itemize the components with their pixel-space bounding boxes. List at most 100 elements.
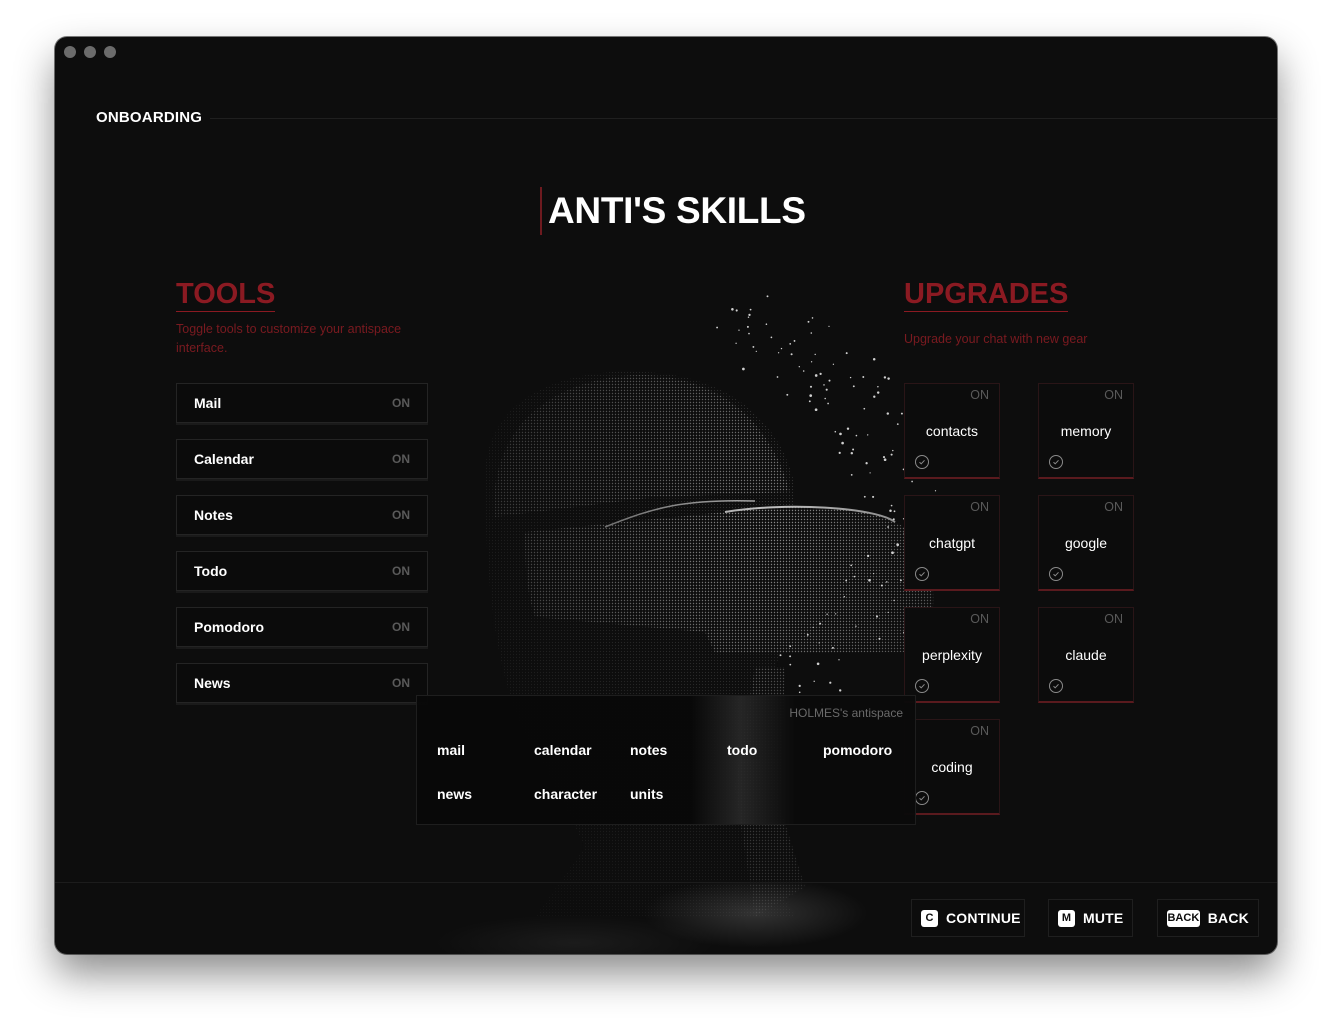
header-divider: [210, 118, 1277, 119]
particle: [793, 339, 796, 342]
particle: [841, 441, 844, 445]
tool-toggle-calendar[interactable]: Calendar ON: [176, 439, 428, 479]
particle: [813, 680, 815, 683]
upgrades-grid: ON contacts ON memory ON chatgpt ON goog…: [904, 383, 1136, 815]
particle: [880, 584, 883, 587]
particle: [862, 376, 865, 378]
tool-toggle-mail[interactable]: Mail ON: [176, 383, 428, 423]
tool-toggle-pomodoro[interactable]: Pomodoro ON: [176, 607, 428, 647]
antispace-item-character[interactable]: character: [534, 786, 630, 802]
antispace-item-mail[interactable]: mail: [437, 742, 534, 758]
upgrade-card-memory[interactable]: ON memory: [1038, 383, 1134, 479]
particle: [826, 613, 828, 615]
check-circle-icon: [1049, 567, 1063, 581]
particle: [790, 353, 793, 356]
tool-label: Calendar: [194, 451, 254, 467]
upgrade-state: ON: [970, 500, 989, 514]
particle: [814, 408, 818, 412]
particle: [828, 325, 830, 328]
upgrade-label: perplexity: [922, 647, 982, 663]
particle: [855, 434, 858, 437]
particle: [838, 451, 841, 454]
particle: [819, 372, 822, 376]
particle: [827, 402, 829, 405]
antispace-preview-panel: HOLMES's antispace mail calendar notes t…: [416, 695, 916, 825]
check-circle-icon: [915, 567, 929, 581]
particle: [789, 663, 792, 666]
antispace-item-units[interactable]: units: [630, 786, 727, 802]
particle: [839, 432, 842, 436]
vr-headset-illustration: [485, 295, 941, 918]
check-circle-icon: [915, 455, 929, 469]
particle: [891, 551, 894, 555]
particle: [807, 320, 810, 323]
particle: [853, 575, 856, 578]
tool-state: ON: [392, 508, 410, 522]
upgrade-card-google[interactable]: ON google: [1038, 495, 1134, 591]
header-title: ONBOARDING: [96, 109, 203, 126]
particle: [882, 456, 886, 459]
window-controls: [64, 46, 116, 58]
check-circle-icon: [915, 679, 929, 693]
particle: [890, 504, 893, 507]
particle: [749, 308, 752, 311]
particle: [777, 352, 780, 354]
particle: [868, 578, 871, 582]
particle: [852, 385, 855, 388]
antispace-item-news[interactable]: news: [437, 786, 534, 802]
particle: [742, 367, 745, 371]
particle: [845, 352, 848, 355]
maximize-window-button[interactable]: [104, 46, 116, 58]
tool-label: Todo: [194, 563, 228, 579]
particle: [892, 518, 895, 521]
particle: [808, 400, 811, 403]
tool-toggle-todo[interactable]: Todo ON: [176, 551, 428, 591]
particle: [824, 397, 826, 400]
particle: [816, 662, 820, 666]
close-window-button[interactable]: [64, 46, 76, 58]
tool-toggle-notes[interactable]: Notes ON: [176, 495, 428, 535]
particle: [843, 595, 846, 598]
tools-list: Mail ON Calendar ON Notes ON Todo ON Pom…: [176, 383, 428, 719]
particle: [834, 430, 837, 433]
antispace-item-todo[interactable]: todo: [727, 742, 823, 758]
tool-label: Pomodoro: [194, 619, 264, 635]
title-accent-bar: [540, 187, 542, 235]
particle: [802, 370, 805, 372]
particle: [811, 317, 814, 319]
tool-toggle-news[interactable]: News ON: [176, 663, 428, 703]
antispace-item-pomodoro[interactable]: pomodoro: [823, 742, 919, 758]
particle: [893, 510, 896, 513]
particle: [877, 385, 879, 388]
particle: [748, 332, 750, 335]
particle: [872, 572, 875, 575]
antispace-item-notes[interactable]: notes: [630, 742, 727, 758]
particle: [855, 625, 857, 627]
upgrade-label: chatgpt: [929, 535, 975, 551]
particle: [814, 353, 816, 356]
particle: [716, 326, 719, 329]
particle: [735, 309, 738, 312]
continue-label: CONTINUE: [946, 910, 1021, 926]
particle: [890, 453, 893, 456]
upgrade-card-perplexity[interactable]: ON perplexity: [904, 607, 1000, 703]
upgrade-state: ON: [1104, 388, 1123, 402]
particle: [770, 336, 773, 339]
particle: [809, 394, 813, 397]
tool-state: ON: [392, 620, 410, 634]
particle: [852, 448, 855, 451]
particle: [789, 655, 792, 658]
upgrade-card-contacts[interactable]: ON contacts: [904, 383, 1000, 479]
minimize-window-button[interactable]: [84, 46, 96, 58]
particle: [809, 385, 813, 388]
back-button[interactable]: BACK BACK: [1157, 899, 1259, 937]
particle: [887, 526, 889, 528]
continue-button[interactable]: C CONTINUE: [911, 899, 1025, 937]
upgrade-card-claude[interactable]: ON claude: [1038, 607, 1134, 703]
upgrade-card-chatgpt[interactable]: ON chatgpt: [904, 495, 1000, 591]
particle: [850, 451, 854, 455]
mute-button[interactable]: M MUTE: [1048, 899, 1133, 937]
page-title: ANTI'S SKILLS: [548, 190, 806, 231]
particle: [731, 308, 734, 311]
antispace-item-calendar[interactable]: calendar: [534, 742, 630, 758]
